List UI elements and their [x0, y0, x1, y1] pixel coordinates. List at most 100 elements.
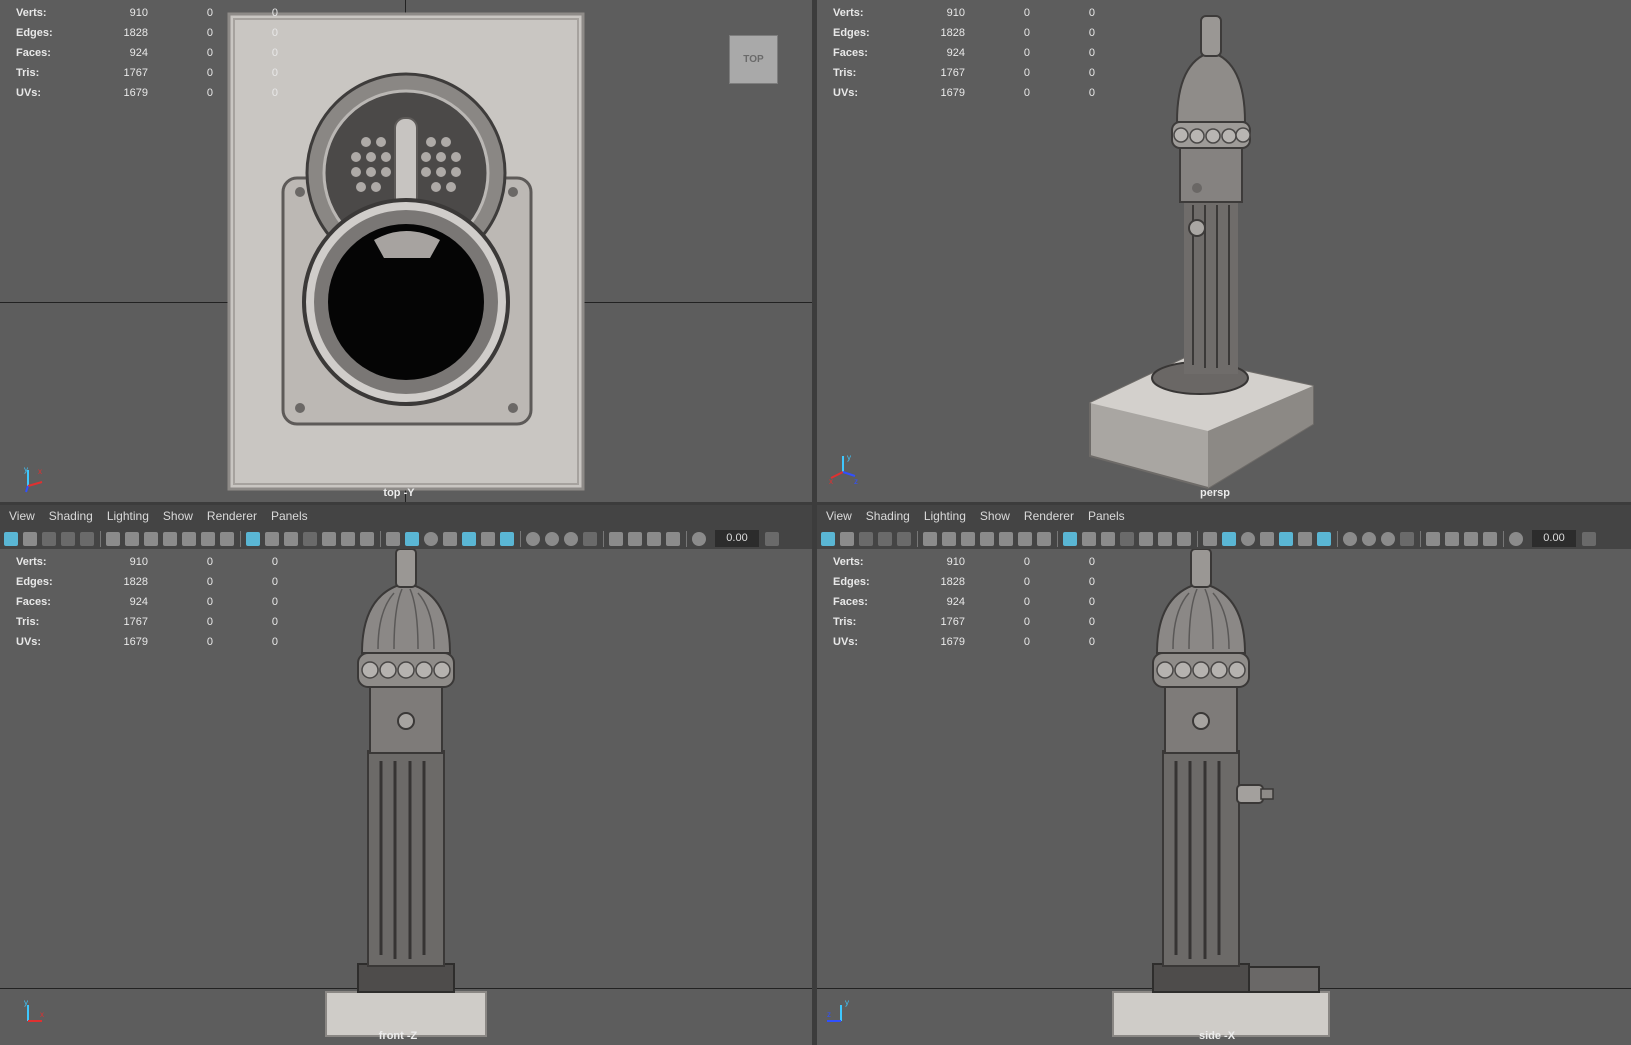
- wireframe-icon[interactable]: [1203, 531, 1217, 546]
- grid-toggle-icon[interactable]: [246, 531, 260, 546]
- image-plane-icon[interactable]: [878, 531, 892, 546]
- camera-attributes-icon[interactable]: [23, 531, 37, 546]
- hud-row-edges: Edges: 1828 0 0: [16, 572, 278, 592]
- viewport-persp[interactable]: Verts: 910 0 0 Edges: 1828 0 0 Faces: 924 0 0 Tri…: [817, 0, 1631, 502]
- hud-selected-2: 0: [271, 87, 278, 99]
- pencil-icon[interactable]: [1037, 531, 1051, 546]
- exposure-icon[interactable]: [1509, 531, 1523, 546]
- gamma-icon[interactable]: [765, 531, 779, 546]
- grease-pencil-icon[interactable]: [999, 531, 1013, 546]
- depth-of-field-icon[interactable]: [583, 531, 597, 546]
- resolution-gate-icon[interactable]: [284, 531, 298, 546]
- xray-icon[interactable]: [1445, 531, 1459, 546]
- grease-pencil-icon[interactable]: [182, 531, 196, 546]
- xray-active-icon[interactable]: [1464, 531, 1478, 546]
- camera-icon[interactable]: [923, 531, 937, 546]
- image-plane-icon[interactable]: [61, 531, 75, 546]
- two-d-pan-icon[interactable]: [80, 531, 94, 546]
- exposure-field[interactable]: 0.00: [715, 530, 759, 547]
- safe-action-icon[interactable]: [341, 531, 355, 546]
- camera-lock-icon[interactable]: [942, 531, 956, 546]
- film-gate-icon[interactable]: [1082, 531, 1096, 546]
- grid-toggle-icon[interactable]: [1063, 531, 1077, 546]
- depth-of-field-icon[interactable]: [1400, 531, 1414, 546]
- wireframe-on-shaded-icon[interactable]: [1260, 531, 1274, 546]
- select-camera-icon[interactable]: [4, 531, 18, 546]
- shadows-icon[interactable]: [500, 531, 514, 546]
- safe-action-icon[interactable]: [1158, 531, 1172, 546]
- safe-title-icon[interactable]: [1177, 531, 1191, 546]
- motion-blur-icon[interactable]: [1362, 531, 1376, 546]
- camera-sequence-icon[interactable]: [961, 531, 975, 546]
- menu-show[interactable]: Show: [980, 509, 1010, 523]
- two-d-pan-icon[interactable]: [897, 531, 911, 546]
- smooth-shade-icon[interactable]: [405, 531, 419, 546]
- camera-attributes-icon[interactable]: [840, 531, 854, 546]
- anti-aliasing-icon[interactable]: [1381, 531, 1395, 546]
- camera-sequence-icon[interactable]: [144, 531, 158, 546]
- isolate-select-icon[interactable]: [1426, 531, 1440, 546]
- wireframe-on-shaded-icon[interactable]: [443, 531, 457, 546]
- menu-show[interactable]: Show: [163, 509, 193, 523]
- menu-lighting[interactable]: Lighting: [107, 509, 149, 523]
- exposure-field[interactable]: 0.00: [1532, 530, 1576, 547]
- hud-label: Edges:: [833, 27, 870, 39]
- menu-renderer[interactable]: Renderer: [1024, 509, 1074, 523]
- bookmark-flag-icon[interactable]: [163, 531, 177, 546]
- hud-row-faces: Faces: 924 0 0: [833, 43, 1095, 63]
- axis-gizmo-icon: y z: [827, 998, 849, 1022]
- camera-lock-icon[interactable]: [125, 531, 139, 546]
- film-gate-icon[interactable]: [265, 531, 279, 546]
- resolution-gate-icon[interactable]: [1101, 531, 1115, 546]
- textured-icon[interactable]: [462, 531, 476, 546]
- view-cube[interactable]: TOP: [729, 35, 778, 84]
- viewport-front[interactable]: Verts: 910 0 0 Edges: 1828 0 0 Faces: 924 0 0 Tri…: [0, 549, 812, 1045]
- menu-view[interactable]: View: [9, 509, 35, 523]
- pencil-icon[interactable]: [220, 531, 234, 546]
- manipulator-icon[interactable]: [201, 531, 215, 546]
- motion-blur-icon[interactable]: [545, 531, 559, 546]
- manipulator-icon[interactable]: [1018, 531, 1032, 546]
- hud-value: 1828: [940, 27, 965, 39]
- bookmark-icon[interactable]: [859, 531, 873, 546]
- menu-renderer[interactable]: Renderer: [207, 509, 257, 523]
- gamma-icon[interactable]: [1582, 531, 1596, 546]
- xray-icon[interactable]: [628, 531, 642, 546]
- lights-icon[interactable]: [1298, 531, 1312, 546]
- menu-panels[interactable]: Panels: [271, 509, 308, 523]
- hud-selected: 0: [1023, 616, 1030, 628]
- menu-view[interactable]: View: [826, 509, 852, 523]
- xray-joints-icon[interactable]: [666, 531, 680, 546]
- ambient-occlusion-icon[interactable]: [1343, 531, 1357, 546]
- menu-shading[interactable]: Shading: [866, 509, 910, 523]
- shadows-icon[interactable]: [1317, 531, 1331, 546]
- anti-aliasing-icon[interactable]: [564, 531, 578, 546]
- viewport-top[interactable]: TOP Verts: 910 0 0 Edges: 1828 0 0 Faces: 924 0 0…: [0, 0, 812, 502]
- gate-mask-icon[interactable]: [1120, 531, 1134, 546]
- field-chart-icon[interactable]: [322, 531, 336, 546]
- default-material-icon[interactable]: [1241, 531, 1255, 546]
- wireframe-icon[interactable]: [386, 531, 400, 546]
- menu-panels[interactable]: Panels: [1088, 509, 1125, 523]
- viewport-side[interactable]: Verts: 910 0 0 Edges: 1828 0 0 Faces: 924 0 0 Tri…: [817, 549, 1631, 1045]
- bookmark-flag-icon[interactable]: [980, 531, 994, 546]
- menu-lighting[interactable]: Lighting: [924, 509, 966, 523]
- field-chart-icon[interactable]: [1139, 531, 1153, 546]
- hud-value: 910: [129, 556, 148, 568]
- menu-shading[interactable]: Shading: [49, 509, 93, 523]
- default-material-icon[interactable]: [424, 531, 438, 546]
- hud-label: Edges:: [833, 576, 870, 588]
- select-camera-icon[interactable]: [821, 531, 835, 546]
- safe-title-icon[interactable]: [360, 531, 374, 546]
- gate-mask-icon[interactable]: [303, 531, 317, 546]
- xray-active-icon[interactable]: [647, 531, 661, 546]
- exposure-icon[interactable]: [692, 531, 706, 546]
- camera-icon[interactable]: [106, 531, 120, 546]
- bookmark-icon[interactable]: [42, 531, 56, 546]
- ambient-occlusion-icon[interactable]: [526, 531, 540, 546]
- smooth-shade-icon[interactable]: [1222, 531, 1236, 546]
- lights-icon[interactable]: [481, 531, 495, 546]
- isolate-select-icon[interactable]: [609, 531, 623, 546]
- textured-icon[interactable]: [1279, 531, 1293, 546]
- xray-joints-icon[interactable]: [1483, 531, 1497, 546]
